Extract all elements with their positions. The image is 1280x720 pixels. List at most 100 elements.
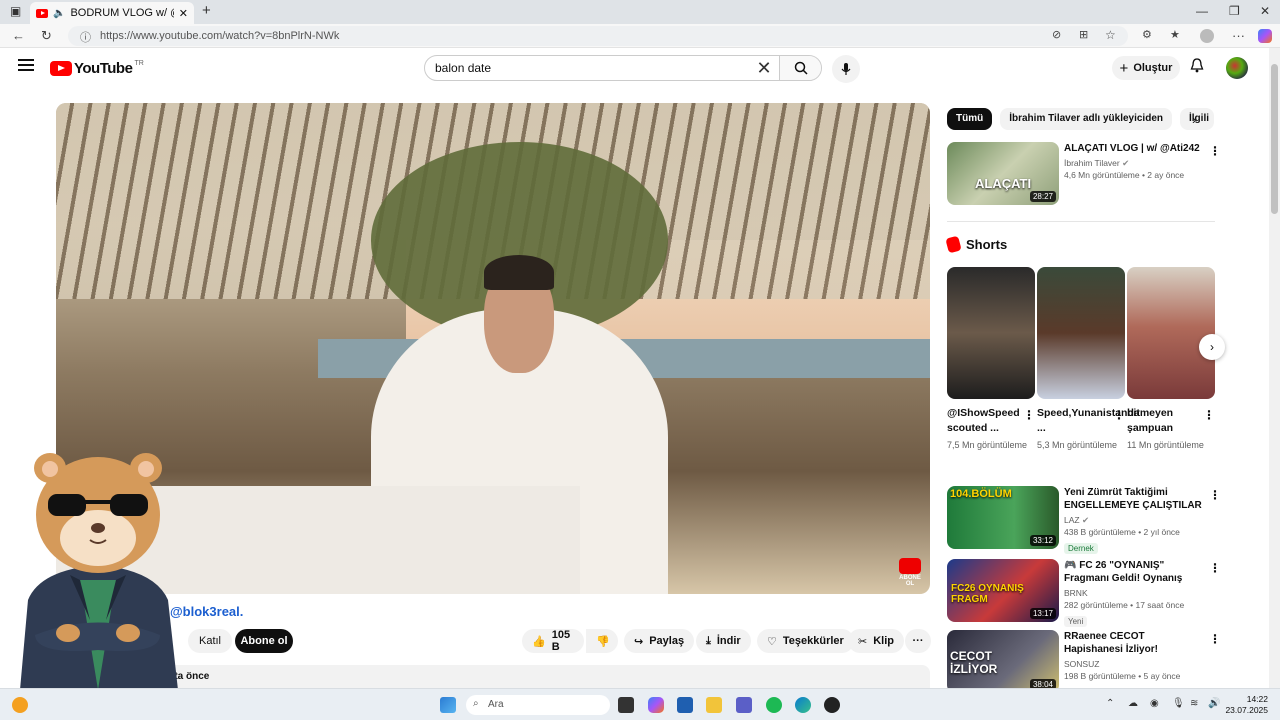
cloud-icon[interactable]: ☁ <box>1128 698 1138 709</box>
youtube-logo[interactable]: YouTube TR <box>50 60 144 77</box>
favorites-icon[interactable]: ★ <box>1170 28 1180 41</box>
task-view-icon[interactable] <box>618 697 634 713</box>
copilot-icon[interactable] <box>1258 29 1272 43</box>
video-title[interactable]: ALAÇATI VLOG | w/ @Ati242 <box>1064 142 1204 155</box>
like-button[interactable]: 👍 105 B <box>522 629 584 653</box>
more-actions-button[interactable]: ··· <box>905 629 931 653</box>
teams-icon[interactable] <box>736 697 752 713</box>
search-input[interactable]: balon date <box>425 61 749 75</box>
video-thumbnail[interactable]: ALAÇATI 28:27 <box>947 142 1059 205</box>
minimize-icon[interactable]: — <box>1196 4 1208 18</box>
video-title[interactable]: RRaenee CECOT Hapishanesi İzliyor! @Ruhi… <box>1064 630 1204 656</box>
chip-related[interactable]: İlgili <box>1180 108 1214 130</box>
store-icon[interactable] <box>677 697 693 713</box>
volume-icon[interactable]: 🔊 <box>1208 698 1220 709</box>
thumbs-down-icon: 👎 <box>596 635 610 648</box>
dislike-button[interactable]: 👎 <box>586 629 618 653</box>
guide-menu-icon[interactable] <box>18 59 34 73</box>
account-avatar[interactable] <box>1226 57 1248 79</box>
reload-icon[interactable]: ↻ <box>41 28 52 44</box>
short-title[interactable]: Speed,Yunanistanda ... <box>1037 406 1140 436</box>
notifications-bell-icon[interactable] <box>1190 58 1204 76</box>
copilot-app-icon[interactable] <box>648 697 664 713</box>
weather-widget-icon[interactable] <box>12 697 28 713</box>
file-explorer-icon[interactable] <box>706 697 722 713</box>
join-button[interactable]: Katıl <box>188 629 232 653</box>
video-thumbnail[interactable]: 104.BÖLÜM 33:12 <box>947 486 1059 549</box>
short-title[interactable]: @IShowSpeed scouted ... <box>947 406 1021 436</box>
video-title[interactable]: Yeni Zümrüt Taktiğimi ENGELLEMEYE ÇALIŞT… <box>1064 486 1204 512</box>
recommended-video[interactable]: FC26 OYNANIŞ FRAGM 13:17 🎮 FC 26 "OYNANI… <box>947 559 1221 627</box>
short-thumbnail[interactable] <box>1037 267 1125 399</box>
network-icon[interactable]: ◉ <box>1150 698 1159 709</box>
extensions-icon[interactable]: ⚙ <box>1142 28 1152 41</box>
video-thumbnail[interactable]: FC26 OYNANIŞ FRAGM 13:17 <box>947 559 1059 622</box>
mic-tray-icon[interactable]: 🎙 <box>1172 698 1185 709</box>
short-card[interactable]: Speed,Yunanistanda ... 5,3 Mn görüntülem… <box>1037 267 1140 452</box>
start-windows-icon[interactable] <box>440 697 456 713</box>
system-clock[interactable]: 14:22 23.07.2025 <box>1222 694 1268 716</box>
channel-name[interactable]: SONSUZ <box>1064 658 1204 670</box>
video-menu-kebab-icon[interactable]: ⋮ <box>1209 144 1221 158</box>
create-button[interactable]: + Oluştur <box>1112 56 1180 80</box>
video-title[interactable]: 🎮 FC 26 "OYNANIŞ" Fragmanı Geldi! Oynanı… <box>1064 559 1204 585</box>
shorts-next-chevron-icon[interactable]: › <box>1199 334 1225 360</box>
search-button[interactable] <box>779 56 821 80</box>
recommended-video[interactable]: CECOT İZLİYOR 38:04 RRaenee CECOT Hapish… <box>947 630 1221 694</box>
edge-icon[interactable] <box>795 697 811 713</box>
maximize-icon[interactable]: ❐ <box>1229 4 1240 18</box>
address-bar[interactable]: ⓘ https://www.youtube.com/watch?v=8bnPlr… <box>68 26 1128 46</box>
video-duration: 28:27 <box>1029 191 1056 202</box>
tray-chevron-icon[interactable]: ⌃ <box>1106 698 1114 709</box>
back-icon[interactable]: ← <box>12 28 25 43</box>
recommended-video[interactable]: ALAÇATI 28:27 ALAÇATI VLOG | w/ @Ati242 … <box>947 142 1221 206</box>
share-button[interactable]: ↪ Paylaş <box>624 629 695 653</box>
thanks-button[interactable]: ♡ Teşekkürler <box>757 629 854 653</box>
profile-icon[interactable] <box>1200 29 1214 43</box>
channel-name[interactable]: BRNK <box>1064 587 1204 599</box>
short-menu-kebab-icon[interactable]: ⋮ <box>1203 408 1215 422</box>
app-icon[interactable] <box>824 697 840 713</box>
translate-icon[interactable]: ⊘ <box>1052 28 1061 41</box>
taskbar-search[interactable]: ⌕ Ara <box>466 695 610 715</box>
chip-all[interactable]: Tümü <box>947 108 993 130</box>
short-card[interactable]: @IShowSpeed scouted ... 7,5 Mn görüntüle… <box>947 267 1035 452</box>
short-title[interactable]: bitmeyen şampuan <box>1127 406 1201 436</box>
apps-icon[interactable]: ⊞ <box>1079 28 1088 41</box>
video-menu-kebab-icon[interactable]: ⋮ <box>1209 561 1221 575</box>
clear-search-icon[interactable]: ✕ <box>749 58 779 79</box>
more-icon[interactable]: ··· <box>1232 28 1245 43</box>
channel-name[interactable]: İbrahim Tilaver <box>1064 158 1120 168</box>
close-tab-icon[interactable]: ✕ <box>179 7 188 20</box>
voice-search-button[interactable] <box>832 55 860 83</box>
short-thumbnail[interactable] <box>947 267 1035 399</box>
close-window-icon[interactable]: ✕ <box>1260 4 1270 18</box>
new-tab-icon[interactable]: + <box>202 2 211 19</box>
short-menu-kebab-icon[interactable]: ⋮ <box>1023 408 1035 422</box>
subscribe-watermark[interactable]: ABONE OL <box>896 558 924 588</box>
short-views: 11 Mn görüntüleme <box>1127 440 1204 450</box>
short-thumbnail[interactable] <box>1127 267 1215 399</box>
video-menu-kebab-icon[interactable]: ⋮ <box>1209 632 1221 646</box>
short-card[interactable]: bitmeyen şampuan 11 Mn görüntüleme ⋮ <box>1127 267 1215 452</box>
subscribe-button[interactable]: Abone ol <box>235 629 293 653</box>
clip-button[interactable]: ✂ Klip <box>848 629 904 653</box>
spotify-icon[interactable] <box>766 697 782 713</box>
video-player[interactable]: ABONE OL <box>56 103 930 594</box>
tab-actions-icon[interactable]: ▣ <box>10 4 21 18</box>
browser-tab-active[interactable]: 🔈 BODRUM VLOG w/ @blok3real ✕ <box>30 2 194 24</box>
download-button[interactable]: ⤓ İndir <box>696 629 751 653</box>
site-info-icon[interactable]: ⓘ <box>80 29 91 45</box>
favorite-star-icon[interactable]: ☆ <box>1105 28 1116 42</box>
recommended-video[interactable]: 104.BÖLÜM 33:12 Yeni Zümrüt Taktiğimi EN… <box>947 486 1221 554</box>
short-menu-kebab-icon[interactable]: ⋮ <box>1113 408 1125 422</box>
speaker-icon[interactable]: 🔈 <box>53 8 65 19</box>
chip-uploader[interactable]: İbrahim Tilaver adlı yükleyiciden <box>1000 108 1172 130</box>
chips-next-chevron-icon[interactable]: › <box>1192 112 1196 127</box>
wifi-icon[interactable]: ≋ <box>1190 698 1198 709</box>
scrollbar-thumb[interactable] <box>1271 64 1278 214</box>
channel-name[interactable]: LAZ <box>1064 515 1080 525</box>
video-menu-kebab-icon[interactable]: ⋮ <box>1209 488 1221 502</box>
video-thumbnail[interactable]: CECOT İZLİYOR 38:04 <box>947 630 1059 693</box>
page-scrollbar[interactable] <box>1269 48 1280 688</box>
